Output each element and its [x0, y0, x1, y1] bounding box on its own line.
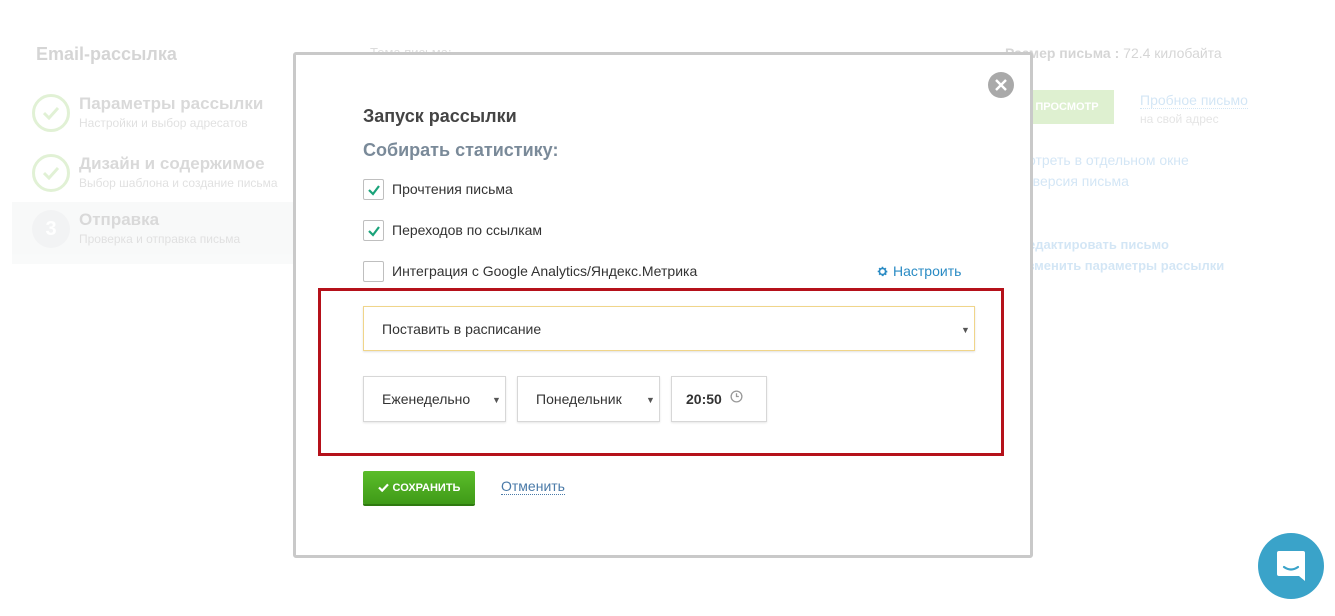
save-label: СОХРАНИТЬ — [392, 481, 461, 494]
step-subtitle: Выбор шаблона и создание письма — [79, 176, 278, 190]
step-sending[interactable]: 3 Отправка Проверка и отправка письма — [12, 202, 297, 264]
configure-link[interactable]: Настроить — [876, 263, 961, 279]
save-button[interactable]: СОХРАНИТЬ — [363, 471, 475, 504]
modal-title: Запуск рассылки — [363, 106, 517, 126]
configure-label: Настроить — [893, 263, 962, 279]
stats-title: Собирать статистику: — [363, 140, 559, 160]
open-separate-link[interactable]: отреть в отдельном окне — [1028, 152, 1189, 168]
step-number: 3 — [32, 210, 70, 248]
close-button[interactable] — [988, 72, 1014, 98]
check-circle-icon — [32, 154, 70, 192]
checkbox-label: Интеграция с Google Analytics/Яндекс.Мет… — [392, 263, 698, 279]
step-title: Дизайн и содержимое — [79, 154, 265, 173]
step-subtitle: Настройки и выбор адресатов — [79, 116, 248, 130]
step-title: Отправка — [79, 210, 160, 229]
time-input[interactable]: 20:50 — [671, 376, 767, 422]
frequency-select[interactable]: Еженедельно ▼ — [363, 376, 506, 422]
weekday-select[interactable]: Понедельник ▼ — [517, 376, 660, 422]
launch-modal: Запуск рассылки Собирать статистику: Про… — [293, 52, 1033, 558]
chat-icon — [1277, 551, 1305, 581]
edit-letter-link[interactable]: едактировать письмо — [1028, 237, 1169, 252]
weekday-value: Понедельник — [536, 391, 622, 407]
close-icon — [995, 79, 1007, 91]
test-email-link[interactable]: Пробное письмо — [1140, 92, 1248, 109]
step-title: Параметры рассылки — [79, 94, 264, 113]
test-email-sub: на свой адрес — [1140, 112, 1219, 126]
step-subtitle: Проверка и отправка письма — [79, 232, 241, 246]
preview-button[interactable]: ПРОСМОТР — [1020, 90, 1114, 124]
checkbox-clicks[interactable] — [363, 219, 384, 241]
step-parameters[interactable]: Параметры рассылки Настройки и выбор адр… — [12, 86, 297, 148]
size-value: 72.4 килобайта — [1123, 45, 1222, 61]
letter-size: Размер письма : 72.4 килобайта — [1005, 45, 1222, 61]
chevron-down-icon: ▼ — [961, 325, 970, 335]
chevron-down-icon: ▼ — [492, 395, 501, 405]
time-value: 20:50 — [686, 391, 722, 407]
chevron-down-icon: ▼ — [646, 395, 655, 405]
chat-widget-button[interactable] — [1258, 533, 1324, 599]
send-mode-value: Поставить в расписание — [382, 321, 542, 337]
send-mode-select[interactable]: Поставить в расписание ▼ — [363, 306, 975, 351]
clock-icon — [730, 390, 743, 403]
checkmark-icon — [368, 184, 380, 196]
text-version-link[interactable]: -версия письма — [1028, 173, 1129, 189]
gear-icon — [877, 266, 888, 276]
checkbox-analytics[interactable] — [363, 260, 384, 282]
checkbox-row-reads[interactable]: Прочтения письма — [363, 178, 513, 200]
cancel-link[interactable]: Отменить — [501, 478, 565, 495]
app-title: Email-рассылка — [36, 44, 177, 64]
check-circle-icon — [32, 94, 70, 132]
checkbox-row-clicks[interactable]: Переходов по ссылкам — [363, 219, 542, 241]
frequency-value: Еженедельно — [382, 391, 471, 407]
checkbox-label: Прочтения письма — [392, 181, 513, 197]
check-icon — [377, 483, 389, 492]
checkbox-reads[interactable] — [363, 178, 384, 200]
checkmark-icon — [368, 225, 380, 237]
change-params-link[interactable]: зменить параметры рассылки — [1028, 258, 1224, 273]
step-design[interactable]: Дизайн и содержимое Выбор шаблона и созд… — [12, 146, 297, 208]
checkbox-row-analytics[interactable]: Интеграция с Google Analytics/Яндекс.Мет… — [363, 260, 697, 282]
checkbox-label: Переходов по ссылкам — [392, 222, 543, 238]
